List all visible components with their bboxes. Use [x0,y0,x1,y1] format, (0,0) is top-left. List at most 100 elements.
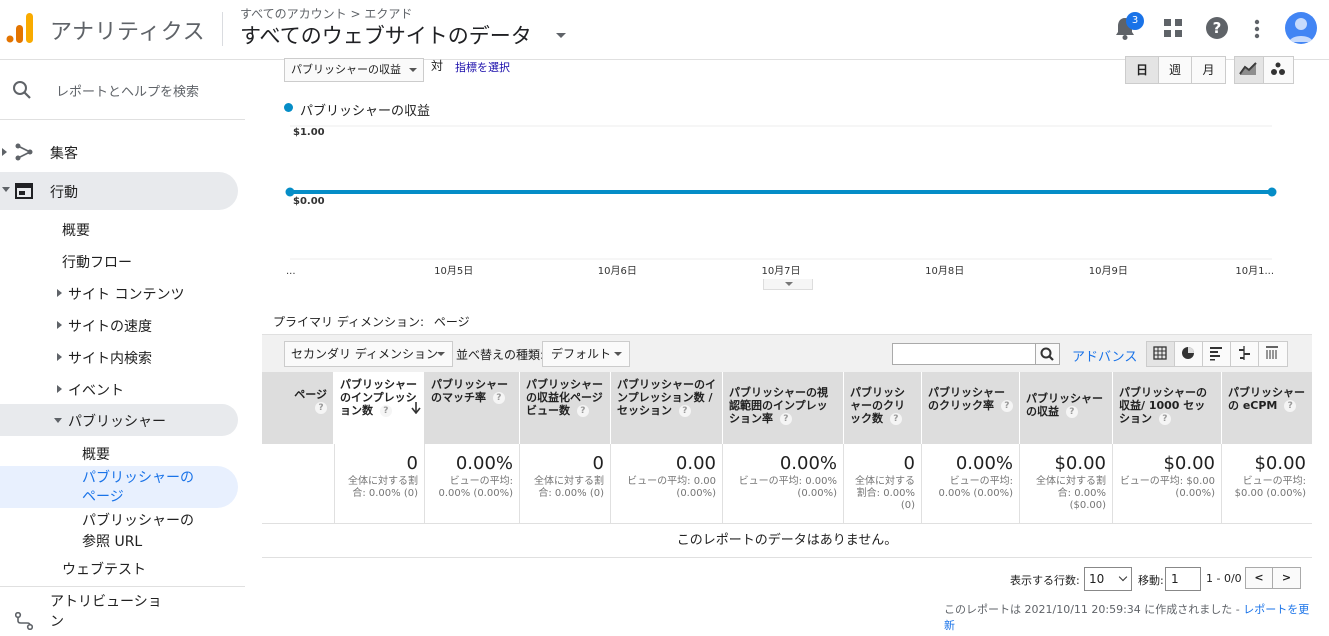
y-tick-label: $0.00 [293,196,325,207]
sidebar-item-experiments[interactable]: ウェブテスト [62,559,146,579]
total-subtext: ビューの平均: 0.00 (0.00%) [627,476,716,499]
report-main: パブリッシャーの収益 対 指標を選択 日 週 月 パブリッシャーの収益 $1.0… [262,56,1312,636]
choose-metric-link[interactable]: 指標を選択 [455,59,510,75]
column-header-revenue-per-1000[interactable]: パブリッシャーの収益/ 1000 セッション ? [1113,372,1222,444]
period-month-button[interactable]: 月 [1192,57,1225,83]
help-question-icon[interactable]: ? [1158,413,1171,425]
help-question-icon[interactable]: ? [315,402,327,414]
sidebar-search[interactable]: レポートとヘルプを検索 [0,61,245,120]
period-week-button[interactable]: 週 [1159,57,1192,83]
period-day-button[interactable]: 日 [1126,57,1159,83]
analytics-logo-icon[interactable] [6,13,34,43]
total-subtext: ビューの平均: $0.00 (0.00%) [1119,476,1215,499]
next-page-button[interactable]: > [1273,568,1300,588]
sidebar-item-label: 参照 URL [82,534,143,550]
more-vert-icon[interactable] [1250,18,1264,40]
primary-dimension-value: ページ [433,315,470,329]
bar-list-icon [1210,347,1222,361]
account-avatar[interactable] [1285,12,1317,44]
prev-page-button[interactable]: < [1246,568,1273,588]
total-subtext: 全体に対する割合: 0.00% (0) [855,476,915,511]
apps-grid-icon[interactable] [1163,18,1183,38]
sidebar-item-behavior[interactable]: 行動 [0,172,238,210]
help-question-icon[interactable]: ? [492,392,505,404]
sidebar-item-behavior-flow[interactable]: 行動フロー [62,252,132,272]
metric-select[interactable]: パブリッシャーの収益 [284,58,424,82]
view-pie-button[interactable] [1175,342,1203,366]
total-value: 0.00 [675,453,716,474]
sidebar: レポートとヘルプを検索 集客 行動 概要 行動フロー サイト コンテンツ サイト… [0,61,250,636]
x-tick-label: 10月8日 [925,265,964,277]
line-chart-button[interactable] [1235,57,1264,83]
total-subtext: 全体に対する割合: 0.00% (0) [348,476,418,499]
column-header-match-rate[interactable]: パブリッシャーのマッチ率 ? [425,372,520,444]
column-header-ecpm[interactable]: パブリッシャーの eCPM ? [1222,372,1312,444]
notification-count-badge[interactable]: 3 [1126,12,1144,30]
sidebar-item-publisher[interactable]: パブリッシャー [0,404,238,436]
column-header-label: パブリッシャーのインプレッション数 / セッション [617,378,716,417]
sidebar-item-site-search[interactable]: サイト内検索 [57,348,152,368]
total-cell: 0.00 ビューの平均: 0.00 (0.00%) [611,444,723,524]
help-question-icon[interactable]: ? [779,413,792,425]
totals-row: 0 全体に対する割合: 0.00% (0) 0.00% ビューの平均: 0.00… [262,444,1312,524]
sidebar-item-publisher-pages[interactable]: パブリッシャーの ページ [0,466,238,508]
sidebar-item-label: ン [50,614,64,630]
column-header-impressions-per-session[interactable]: パブリッシャーのインプレッション数 / セッション ? [611,372,723,444]
view-pivot-button[interactable] [1259,342,1287,366]
line-chart-icon [1239,62,1257,75]
help-icon[interactable]: ? [1206,17,1228,39]
column-header-page[interactable]: ページ ? [262,372,334,444]
rows-per-page-select[interactable]: 10 [1084,567,1132,591]
column-header-monetized-pageviews[interactable]: パブリッシャーの収益化ページビュー数 ? [520,372,611,444]
chart-collapse-handle[interactable] [763,279,813,290]
header-divider [222,12,223,46]
advanced-filter-link[interactable]: アドバンス [1072,346,1137,365]
column-header-clicks[interactable]: パブリッシャーのクリック数 ? [844,372,922,444]
total-value: $0.00 [1254,453,1306,474]
secondary-dimension-select[interactable]: セカンダリ ディメンション [284,341,453,367]
sidebar-item-acquisition[interactable]: 集客 [0,133,238,171]
table-toolbar: セカンダリ ディメンション 並べ替えの種類: デフォルト アドバンス [262,334,1312,372]
view-data-table-button[interactable] [1147,342,1175,366]
help-question-icon[interactable]: ? [576,405,589,417]
table-view-toggle [1146,341,1288,367]
sidebar-item-site-content[interactable]: サイト コンテンツ [57,284,184,304]
sidebar-divider [0,586,245,587]
sidebar-item-label: パブリッシャーの [82,470,194,486]
view-comparison-button[interactable] [1231,342,1259,366]
column-header-revenue[interactable]: パブリッシャーの収益 ? [1020,372,1113,444]
column-header-label: パブリッシャーの視認範囲のインプレッション率 [729,386,828,425]
view-performance-button[interactable] [1203,342,1231,366]
sidebar-item-behavior-overview[interactable]: 概要 [62,220,90,240]
help-question-icon[interactable]: ? [1284,400,1297,412]
chevron-down-icon [1118,572,1128,582]
property-dropdown-icon[interactable] [556,33,566,38]
metric-select-value: パブリッシャーの収益 [291,63,401,76]
property-title[interactable]: すべてのウェブサイトのデータ [240,20,532,50]
table-search-input[interactable] [892,343,1036,365]
x-tick-label: 10月1... [1235,265,1274,277]
column-header-ctr[interactable]: パブリッシャーのクリック率 ? [922,372,1020,444]
sidebar-item-site-speed[interactable]: サイトの速度 [57,316,152,336]
sidebar-item-publisher-overview[interactable]: 概要 [82,444,110,464]
sidebar-item-attribution[interactable]: アトリビューショ ン [0,592,238,636]
behavior-icon [15,183,33,199]
help-question-icon[interactable]: ? [1065,406,1078,418]
table-header-row: ページ ? パブリッシャーのインプレッション数 ? パブリッシャーのマッチ率 ?… [262,372,1312,444]
help-question-icon[interactable]: ? [1000,400,1013,412]
table-search-button[interactable] [1036,343,1060,365]
help-question-icon[interactable]: ? [678,405,691,417]
column-header-label: パブリッシャーのクリック率 [928,386,1005,412]
column-header-impressions[interactable]: パブリッシャーのインプレッション数 ? [334,372,425,444]
help-question-icon[interactable]: ? [379,405,392,417]
column-header-viewable-rate[interactable]: パブリッシャーの視認範囲のインプレッション率 ? [723,372,844,444]
sort-descending-icon[interactable] [411,402,421,414]
total-cell: 0.00% ビューの平均: 0.00% (0.00%) [723,444,844,524]
expand-arrow-icon [57,385,62,393]
sidebar-item-publisher-referrals[interactable]: パブリッシャーの 参照 URL [82,511,194,553]
help-question-icon[interactable]: ? [889,413,902,425]
sort-type-select[interactable]: デフォルト [542,341,630,367]
motion-chart-button[interactable] [1264,57,1293,83]
goto-page-input[interactable]: 1 [1165,567,1201,591]
sidebar-item-events[interactable]: イベント [57,380,124,400]
